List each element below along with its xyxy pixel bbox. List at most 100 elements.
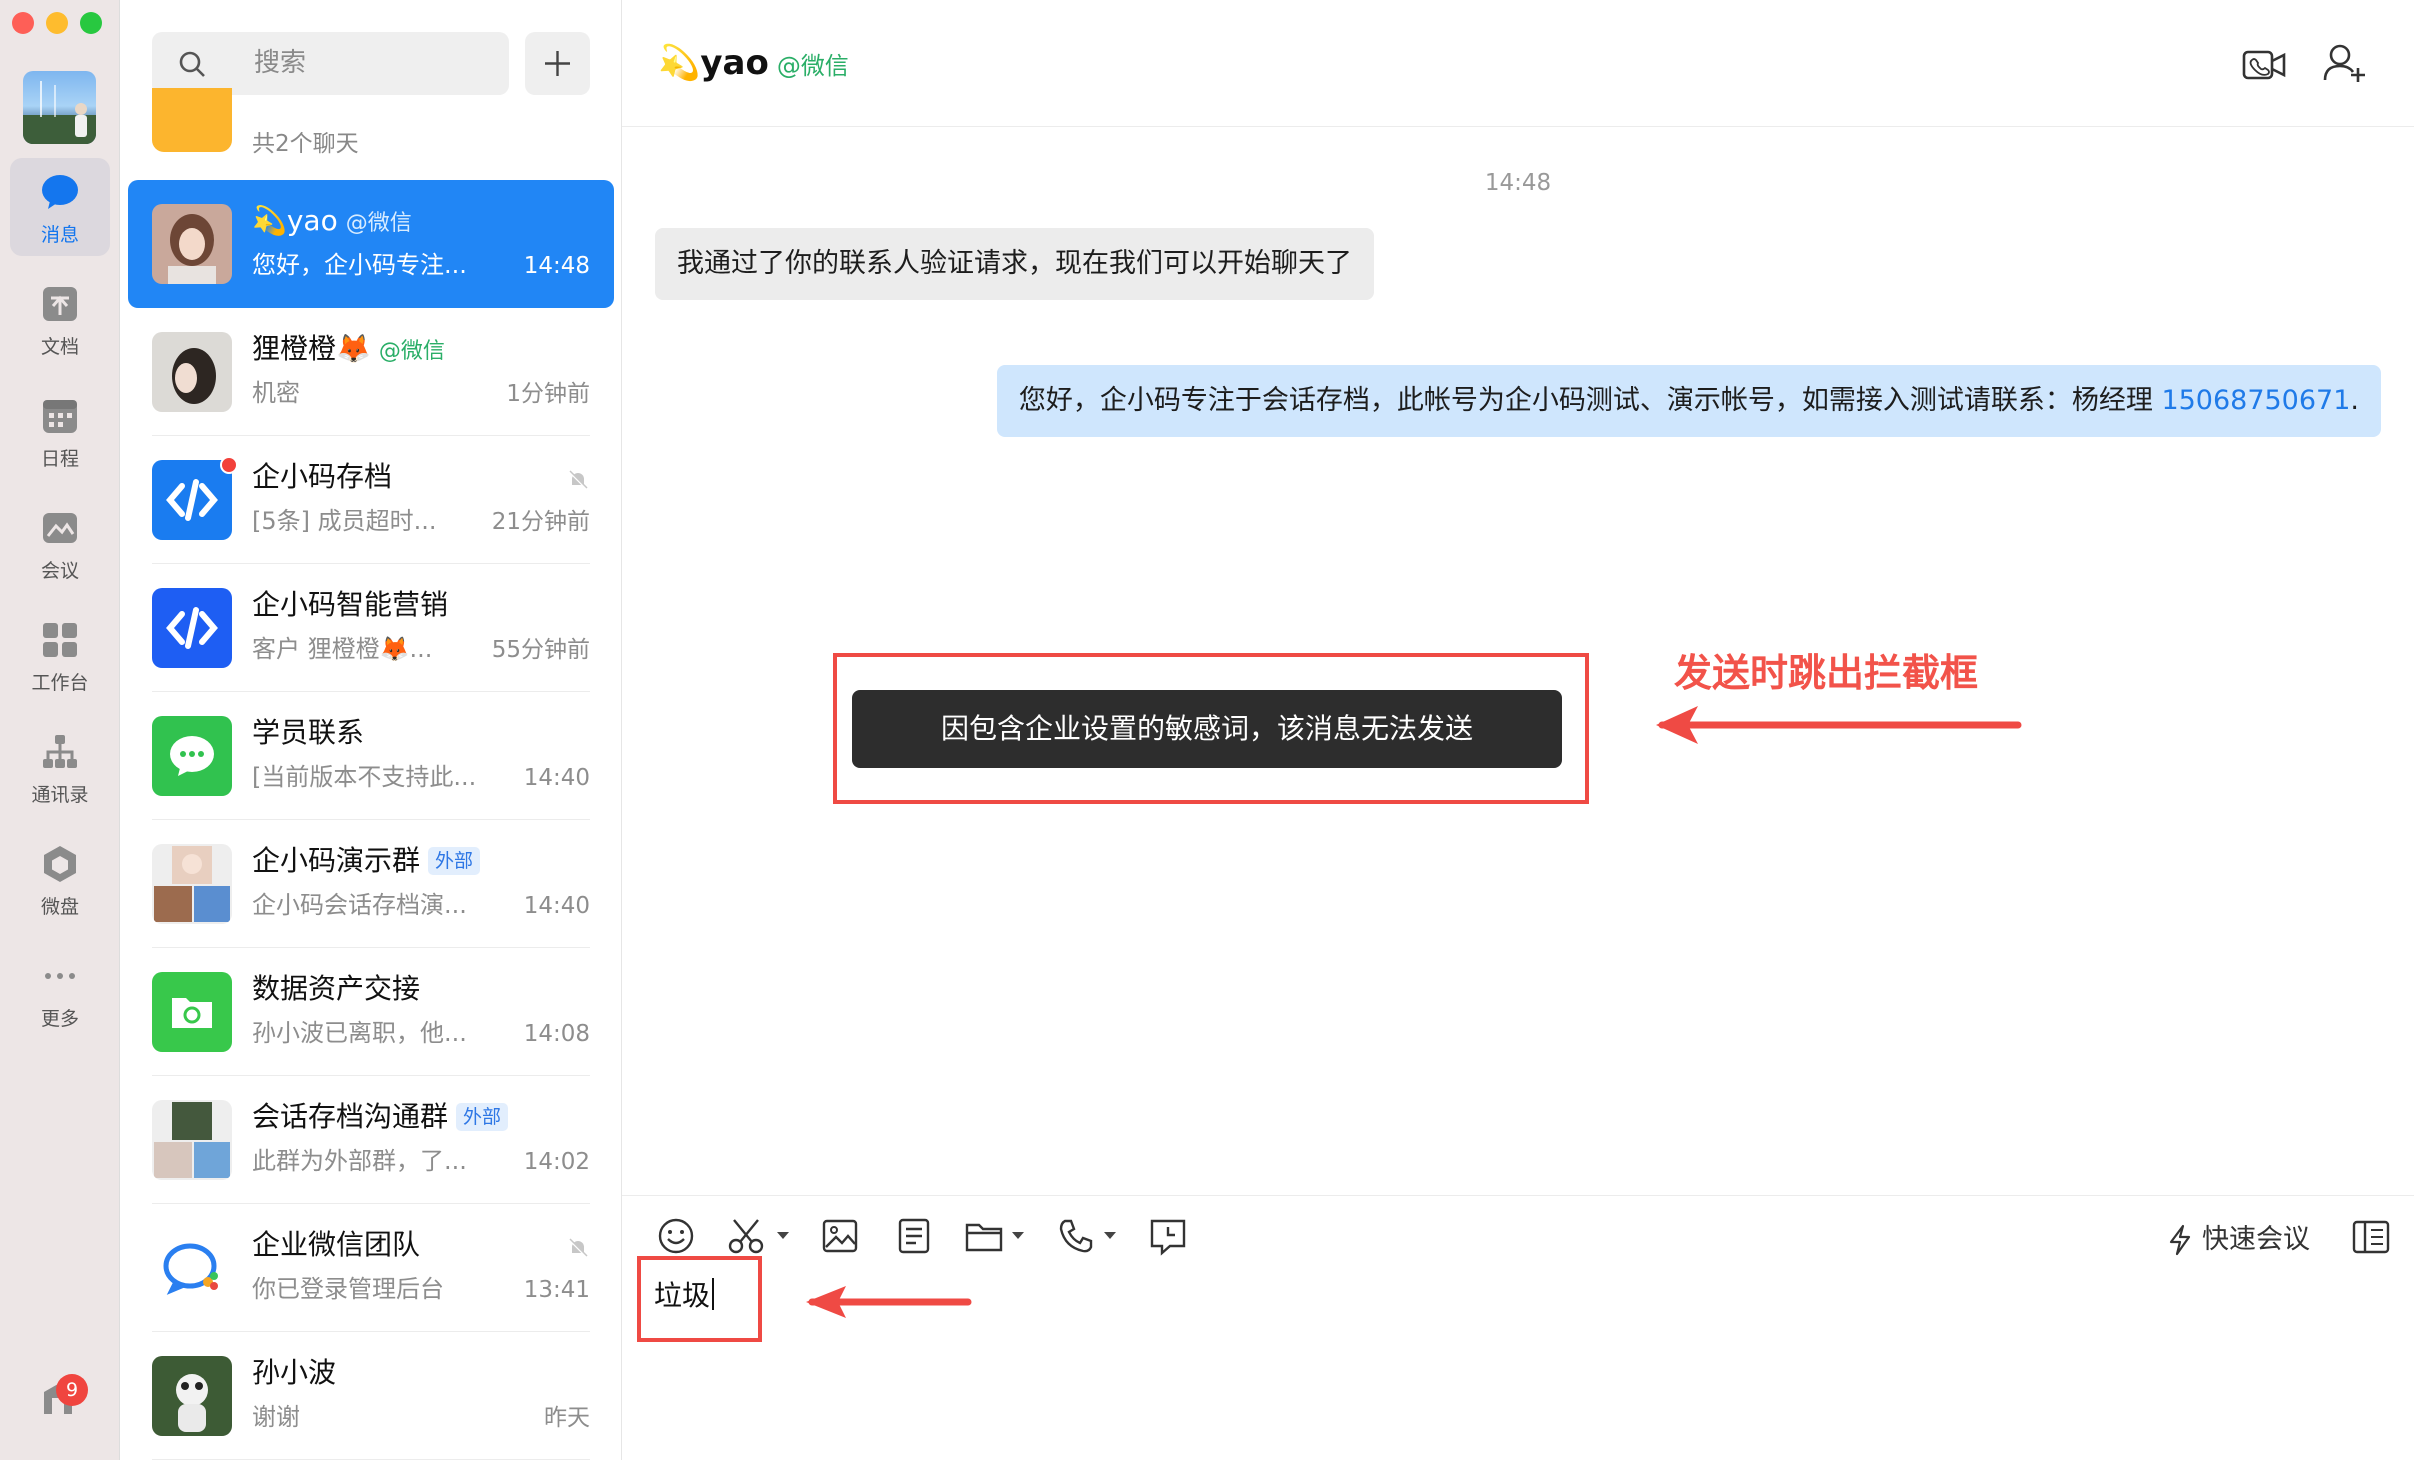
chat-bubble-icon bbox=[42, 175, 78, 209]
image-button[interactable] bbox=[820, 1216, 860, 1256]
conversation-preview: 孙小波已离职，他... bbox=[252, 1019, 467, 1047]
nav-rail: 消息 文档 日程 会议 工作台 通讯录 微盘 更多 9 bbox=[0, 0, 120, 1460]
window-close-button[interactable] bbox=[12, 12, 34, 34]
nav-drive[interactable]: 微盘 bbox=[10, 830, 110, 928]
mute-bell-icon bbox=[568, 470, 588, 490]
avatar bbox=[152, 204, 232, 284]
folder-icon bbox=[965, 1223, 1003, 1252]
nav-label: 日程 bbox=[40, 448, 79, 470]
emoji-button[interactable] bbox=[656, 1216, 696, 1256]
nav-label: 通讯录 bbox=[31, 784, 89, 806]
code-logo-icon bbox=[152, 588, 232, 668]
conversation-time: 55分钟前 bbox=[491, 637, 590, 663]
video-call-icon[interactable] bbox=[2242, 46, 2286, 84]
conversation-item[interactable]: 💫yao @微信 您好，企小码专注... 14:48 bbox=[128, 180, 614, 308]
unread-dot bbox=[220, 456, 238, 474]
add-member-icon[interactable] bbox=[2322, 42, 2366, 84]
call-button[interactable] bbox=[1056, 1216, 1096, 1256]
screenshot-button[interactable] bbox=[726, 1216, 766, 1256]
ellipsis-icon bbox=[45, 973, 75, 979]
folder-sync-icon bbox=[152, 972, 232, 1052]
conversation-preview: 谢谢 bbox=[252, 1403, 300, 1431]
annotation-arrow-icon bbox=[1656, 706, 2022, 744]
call-dropdown-caret[interactable] bbox=[1104, 1232, 1116, 1239]
wecom-window: 消息 文档 日程 会议 工作台 通讯录 微盘 更多 9 搜索 共2个聊天 💫ya… bbox=[0, 0, 2414, 1460]
search-placeholder: 搜索 bbox=[254, 48, 307, 78]
drive-icon bbox=[44, 846, 76, 882]
phone-icon bbox=[1059, 1219, 1093, 1253]
conversation-item[interactable]: 学员联系 [当前版本不支持此... 14:40 bbox=[128, 692, 614, 820]
nav-docs[interactable]: 文档 bbox=[10, 270, 110, 368]
conversation-time: 14:08 bbox=[523, 1021, 590, 1047]
conversation-preview: 机密 bbox=[252, 379, 300, 407]
wechat-tag: @微信 bbox=[345, 211, 412, 236]
scissors-icon bbox=[728, 1219, 764, 1254]
conversation-item[interactable]: 企小码存档 [5条] 成员超时... 21分钟前 bbox=[128, 436, 614, 564]
window-zoom-button[interactable] bbox=[80, 12, 102, 34]
screenshot-dropdown-caret[interactable] bbox=[777, 1232, 789, 1239]
blocked-message-toast: 因包含企业设置的敏感词，该消息无法发送 bbox=[852, 690, 1562, 768]
calendar-icon bbox=[43, 400, 77, 433]
file-button[interactable] bbox=[964, 1216, 1004, 1256]
conversation-time: 14:02 bbox=[523, 1149, 590, 1175]
lightning-icon bbox=[2169, 1224, 2191, 1256]
history-icon bbox=[1150, 1219, 1186, 1256]
mute-bell-icon bbox=[568, 1238, 588, 1258]
plus-icon bbox=[545, 51, 570, 76]
nav-label: 更多 bbox=[40, 1008, 79, 1030]
conversation-item[interactable]: 企业微信团队 你已登录管理后台 13:41 bbox=[128, 1204, 614, 1332]
nav-workbench[interactable]: 工作台 bbox=[10, 606, 110, 704]
nav-more[interactable]: 更多 bbox=[10, 942, 110, 1040]
wechat-tag: @微信 bbox=[378, 339, 445, 364]
conversation-item[interactable]: 企小码演示群 外部 企小码会话存档演... 14:40 bbox=[128, 820, 614, 948]
conversation-item[interactable]: 狸橙橙🦊 @微信 机密 1分钟前 bbox=[128, 308, 614, 436]
conversation-item[interactable]: 数据资产交接 孙小波已离职，他... 14:08 bbox=[128, 948, 614, 1076]
conversation-name: 狸橙橙🦊 @微信 bbox=[252, 332, 445, 365]
meeting-icon bbox=[43, 513, 77, 543]
conversation-name: 孙小波 bbox=[252, 1356, 337, 1389]
conversation-time: 昨天 bbox=[544, 1405, 590, 1431]
conversation-time: 14:40 bbox=[523, 893, 590, 919]
chat-title: 💫yao @微信 bbox=[658, 43, 849, 83]
nav-messages[interactable]: 消息 bbox=[10, 158, 110, 256]
conversation-time: 21分钟前 bbox=[491, 509, 590, 535]
composer-divider bbox=[622, 1195, 2414, 1196]
search-input[interactable]: 搜索 bbox=[152, 32, 509, 95]
conversation-list: 搜索 共2个聊天 💫yao @微信 您好，企小码专注... 14:48 狸橙橙🦊 @… bbox=[120, 0, 622, 1460]
avatar bbox=[152, 332, 232, 412]
nav-label: 消息 bbox=[40, 224, 79, 246]
quick-meeting-label: 快速会议 bbox=[2202, 1224, 2310, 1255]
conversation-item[interactable]: 会话存档沟通群 外部 此群为外部群，了... 14:02 bbox=[128, 1076, 614, 1204]
folded-group-icon[interactable] bbox=[152, 88, 232, 152]
window-minimize-button[interactable] bbox=[46, 12, 68, 34]
time-divider: 14:48 bbox=[1484, 170, 1552, 196]
annotation-label: 发送时跳出拦截框 bbox=[1674, 651, 1979, 695]
conversation-preview: 客户 狸橙橙🦊... bbox=[252, 635, 433, 663]
grid-icon bbox=[43, 623, 77, 657]
code-logo-icon bbox=[152, 460, 232, 540]
nav-contacts[interactable]: 通讯录 bbox=[10, 718, 110, 816]
document-icon bbox=[43, 287, 77, 321]
outgoing-message-bubble[interactable]: 您好，企小码专注于会话存档，此帐号为企小码测试、演示帐号，如需接入测试请联系：杨… bbox=[996, 365, 2381, 437]
external-tag: 外部 bbox=[428, 847, 481, 875]
conversation-time: 1分钟前 bbox=[506, 381, 590, 407]
phone-link[interactable]: 15068750671 bbox=[2161, 385, 2350, 416]
message-input[interactable]: 垃圾 bbox=[654, 1276, 714, 1316]
chat-history-button[interactable] bbox=[1148, 1216, 1188, 1256]
nav-meeting[interactable]: 会议 bbox=[10, 494, 110, 592]
nav-schedule[interactable]: 日程 bbox=[10, 382, 110, 480]
search-icon bbox=[179, 51, 205, 77]
conversation-preview: 此群为外部群，了... bbox=[252, 1147, 467, 1175]
incoming-message-bubble[interactable]: 我通过了你的联系人验证请求，现在我们可以开始聊天了 bbox=[655, 228, 1374, 300]
sidebar-toggle-icon[interactable] bbox=[2352, 1220, 2390, 1254]
chat-panel: 💫yao @微信 14:48 我通过了你的联系人验证请求，现在我们可以开始聊天了 … bbox=[622, 0, 2414, 1460]
my-avatar[interactable] bbox=[23, 71, 96, 144]
wechat-tag: @微信 bbox=[776, 52, 849, 80]
conversation-item[interactable]: 企小码智能营销 客户 狸橙橙🦊... 55分钟前 bbox=[128, 564, 614, 692]
document-button[interactable] bbox=[894, 1216, 934, 1256]
file-dropdown-caret[interactable] bbox=[1012, 1232, 1024, 1239]
add-button[interactable] bbox=[525, 32, 590, 95]
folded-group-subtitle: 共2个聊天 bbox=[252, 131, 359, 157]
conversation-item[interactable]: 孙小波 谢谢 昨天 bbox=[128, 1332, 614, 1460]
emoji-icon bbox=[658, 1218, 694, 1254]
